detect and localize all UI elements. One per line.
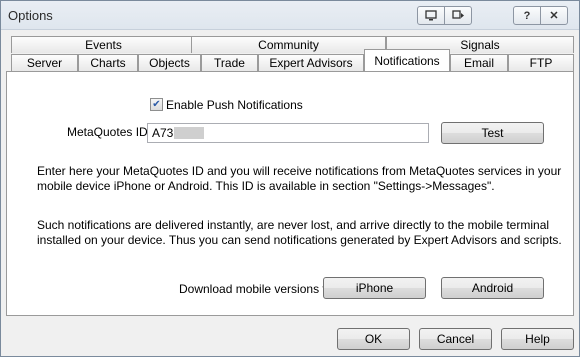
metaquotes-id-value: A73 <box>152 126 174 140</box>
android-button[interactable]: Android <box>441 277 544 299</box>
notifications-panel: ✔ Enable Push Notifications MetaQuotes I… <box>6 71 574 316</box>
tab-community[interactable]: Community <box>191 36 386 53</box>
cancel-button[interactable]: Cancel <box>419 328 492 350</box>
tab-ftp[interactable]: FTP <box>508 54 574 71</box>
redacted-text <box>174 127 205 139</box>
restore-button[interactable] <box>444 7 471 24</box>
title-button-group <box>417 6 472 25</box>
checkmark-icon: ✔ <box>152 98 161 110</box>
metaquotes-id-label: MetaQuotes ID <box>67 125 148 139</box>
help-close-group: ? ✕ <box>513 6 568 25</box>
monitor-icon <box>425 10 437 21</box>
title-bar: Options ? ✕ <box>1 1 579 30</box>
tab-email[interactable]: Email <box>450 54 508 71</box>
tab-server[interactable]: Server <box>11 54 78 71</box>
test-button[interactable]: Test <box>441 122 544 144</box>
restore-icon <box>451 10 464 19</box>
help-title-button[interactable]: ? <box>514 7 540 24</box>
ok-button[interactable]: OK <box>337 328 410 350</box>
enable-push-checkbox[interactable]: ✔ <box>150 98 163 111</box>
metaquotes-id-input[interactable]: A73 <box>147 123 429 143</box>
info-paragraph-2: Such notifications are delivered instant… <box>37 218 562 247</box>
tab-charts[interactable]: Charts <box>78 54 138 71</box>
help-button[interactable]: Help <box>501 328 574 350</box>
tab-objects[interactable]: Objects <box>138 54 201 71</box>
enable-push-label: Enable Push Notifications <box>166 98 303 112</box>
tab-trade[interactable]: Trade <box>201 54 258 71</box>
close-button[interactable]: ✕ <box>540 7 567 24</box>
tab-events[interactable]: Events <box>11 36 196 53</box>
options-dialog: Options ? ✕ Events Community Signals Ser… <box>0 0 580 357</box>
monitor-button[interactable] <box>418 7 444 24</box>
close-icon: ✕ <box>549 10 559 22</box>
download-label: Download mobile versions for: <box>179 282 340 296</box>
question-icon: ? <box>523 9 531 22</box>
window-title: Options <box>8 8 53 23</box>
info-paragraph-1: Enter here your MetaQuotes ID and you wi… <box>37 164 562 193</box>
iphone-button[interactable]: iPhone <box>323 277 426 299</box>
tab-notifications[interactable]: Notifications <box>364 49 450 71</box>
tab-expert-advisors[interactable]: Expert Advisors <box>258 54 364 71</box>
